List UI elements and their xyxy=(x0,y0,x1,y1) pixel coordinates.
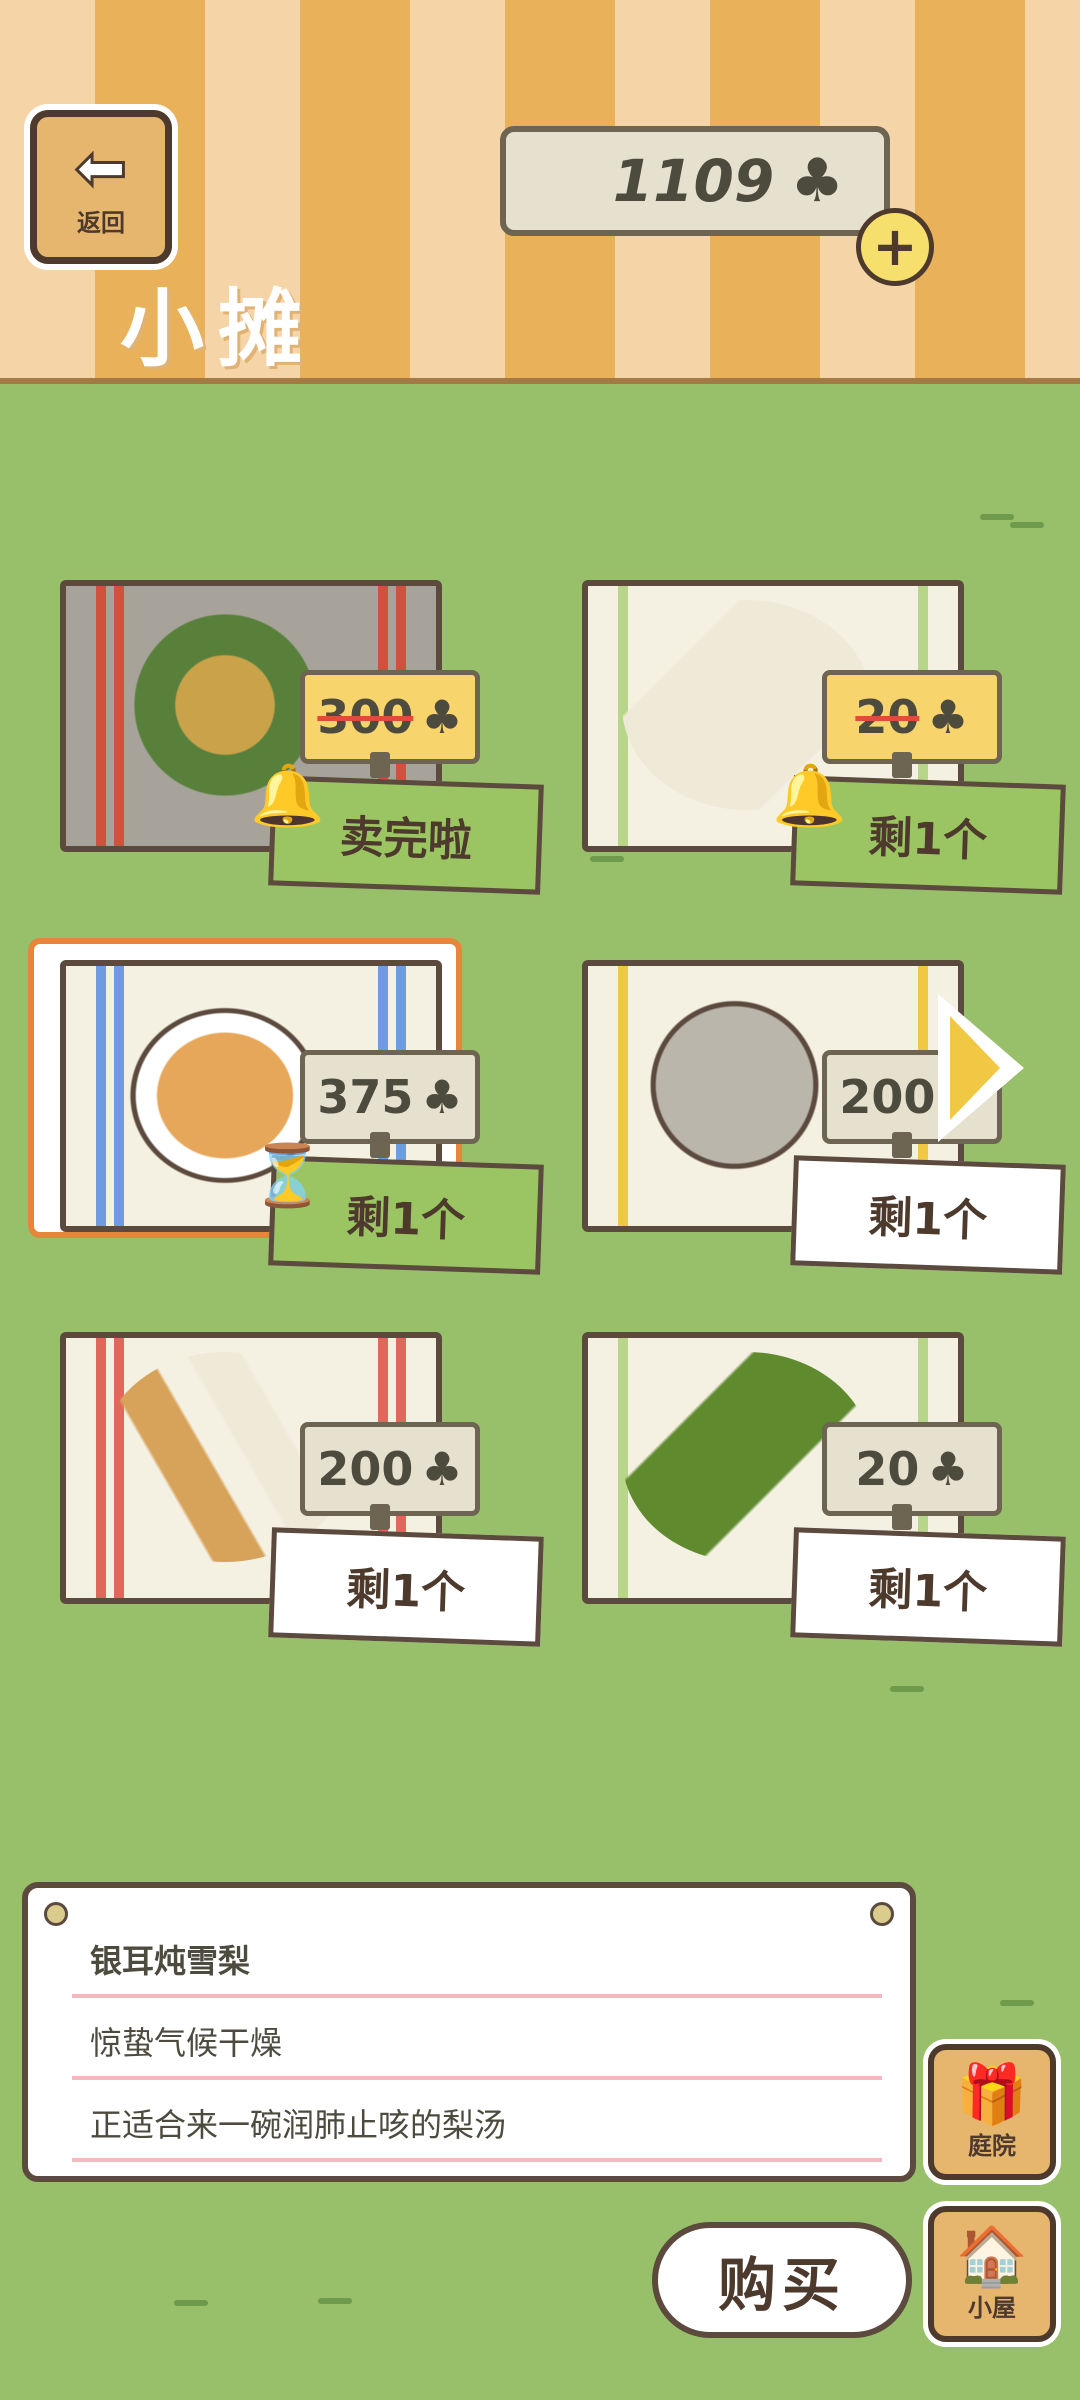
item-stock: 剩1个 xyxy=(345,1563,467,1620)
bell-icon: 🔔 xyxy=(772,761,847,831)
item-price: 300 xyxy=(317,690,414,744)
buy-button[interactable]: 购买 xyxy=(652,2222,912,2338)
item-description-panel: 银耳炖雪梨 惊蛰气候干燥 正适合来一碗润肺止咳的梨汤 xyxy=(22,1882,916,2182)
back-arrow-icon: ⬅ xyxy=(74,130,129,204)
price-tag: 20 ♣ xyxy=(822,1422,1002,1516)
tag-peg xyxy=(370,752,390,778)
item-stock: 卖完啦 xyxy=(338,811,473,868)
clover-icon: ♣ xyxy=(927,690,969,744)
item-price: 20 xyxy=(855,690,920,744)
grass-mark xyxy=(1000,2000,1034,2006)
page-title: 小摊 xyxy=(120,280,317,378)
tag-peg xyxy=(370,1504,390,1530)
tag-peg xyxy=(892,1504,912,1530)
price-tag: 375 ♣ xyxy=(300,1050,480,1144)
grass-mark xyxy=(890,1686,924,1692)
shop-item-bamboo[interactable]: 20 ♣ 剩1个 xyxy=(562,1322,1066,1652)
house-icon: 🏠 xyxy=(955,2221,1029,2290)
description-title: 银耳炖雪梨 xyxy=(90,1942,251,1980)
item-price: 200 xyxy=(839,1070,936,1124)
divider xyxy=(72,2158,882,2162)
grass-mark xyxy=(980,514,1014,520)
clover-icon: ♣ xyxy=(421,690,463,744)
tag-peg xyxy=(892,752,912,778)
yard-button[interactable]: 🎁 庭院 xyxy=(928,2044,1056,2180)
item-price: 20 xyxy=(855,1442,920,1496)
item-stock: 剩1个 xyxy=(867,1191,989,1248)
house-label: 小屋 xyxy=(968,2293,1016,2322)
pin-icon xyxy=(870,1902,894,1926)
bell-icon: 🔔 xyxy=(250,761,325,831)
add-currency-button[interactable]: + xyxy=(856,208,934,286)
shop-item-osmanthus[interactable]: 300 ♣ 卖完啦 🔔 xyxy=(40,570,544,900)
stock-label: 剩1个 xyxy=(790,1155,1066,1275)
yard-label: 庭院 xyxy=(968,2131,1016,2160)
price-tag: 300 ♣ xyxy=(300,670,480,764)
clover-icon: ♣ xyxy=(927,1442,969,1496)
house-button[interactable]: 🏠 小屋 xyxy=(928,2206,1056,2342)
description-line-2: 正适合来一碗润肺止咳的梨汤 xyxy=(90,2106,507,2144)
grass-mark xyxy=(318,2298,352,2304)
currency-display: 1109 ♣ xyxy=(500,126,890,236)
clover-icon: ♣ xyxy=(421,1442,463,1496)
stock-label: 剩1个 xyxy=(268,1527,544,1647)
back-button[interactable]: ⬅ 返回 xyxy=(30,110,172,264)
item-price: 375 xyxy=(317,1070,414,1124)
grass-mark xyxy=(174,2300,208,2306)
pin-icon xyxy=(44,1902,68,1926)
grass-mark xyxy=(1010,522,1044,528)
yard-icon: 🎁 xyxy=(955,2059,1029,2128)
price-tag: 20 ♣ xyxy=(822,670,1002,764)
clover-icon: ♣ xyxy=(421,1070,463,1124)
currency-amount: 1109 xyxy=(612,147,775,215)
shop-item-cloth[interactable]: 20 ♣ 剩1个 🔔 xyxy=(562,570,1066,900)
item-stock: 剩1个 xyxy=(867,1563,989,1620)
back-label: 返回 xyxy=(77,208,125,237)
item-stock: 剩1个 xyxy=(867,811,989,868)
hourglass-icon: ⏳ xyxy=(250,1141,325,1211)
item-stock: 剩1个 xyxy=(345,1191,467,1248)
tag-peg xyxy=(370,1132,390,1158)
item-price: 200 xyxy=(317,1442,414,1496)
divider xyxy=(72,2076,882,2080)
shop-item-pear-soup[interactable]: 375 ♣ 剩1个 ⏳ xyxy=(28,938,544,1280)
description-line-1: 惊蛰气候干燥 xyxy=(90,2024,283,2062)
shop-item-stone[interactable]: 200 ♣ 剩1个 xyxy=(562,950,1066,1280)
divider xyxy=(72,1994,882,1998)
clover-icon: ♣ xyxy=(790,146,844,216)
price-tag: 200 ♣ xyxy=(300,1422,480,1516)
stock-label: 剩1个 xyxy=(790,1527,1066,1647)
tag-peg xyxy=(892,1132,912,1158)
shop-item-wheat[interactable]: 200 ♣ 剩1个 xyxy=(40,1322,544,1652)
